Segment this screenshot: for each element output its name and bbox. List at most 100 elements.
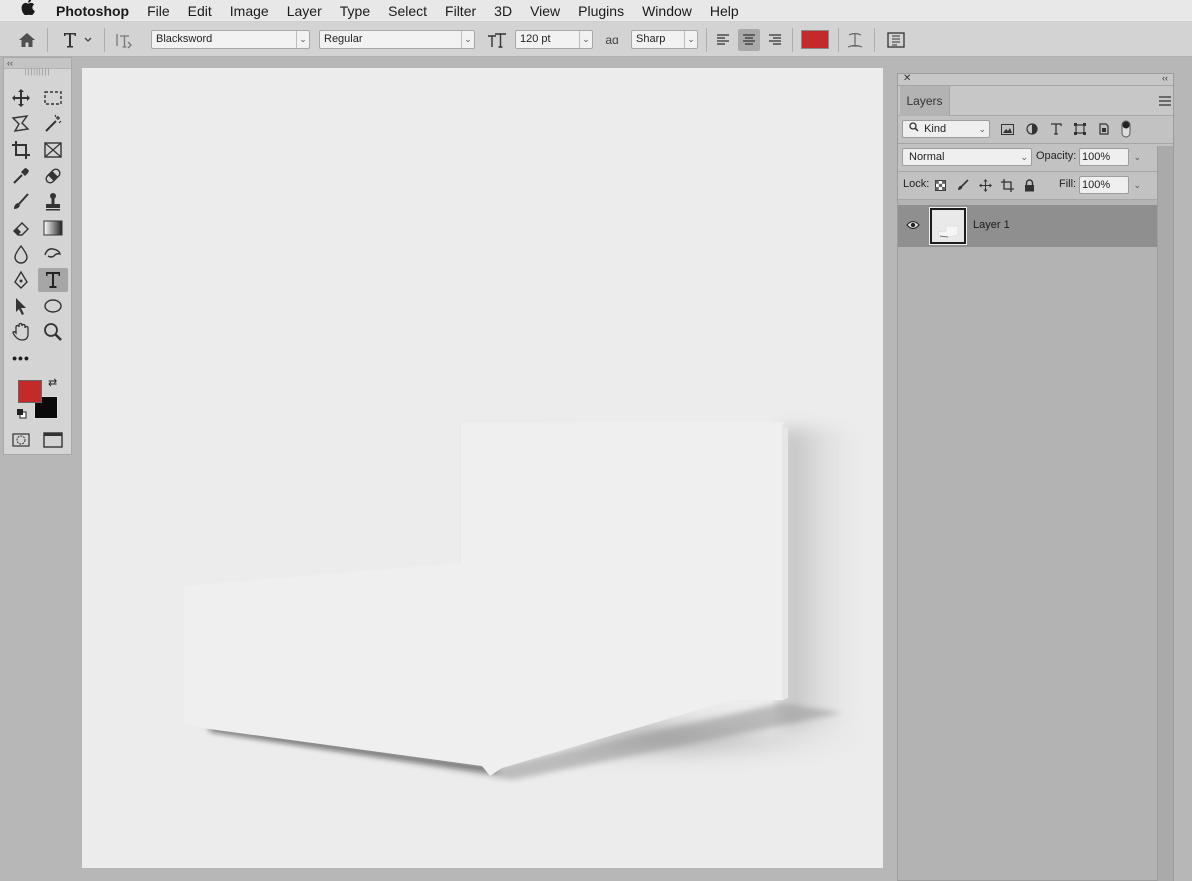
- marquee-tool-icon[interactable]: [38, 86, 68, 110]
- warp-text-icon[interactable]: [845, 30, 865, 50]
- menu-edit[interactable]: Edit: [179, 0, 221, 22]
- visibility-eye-icon[interactable]: [906, 219, 920, 231]
- lock-artboard-icon[interactable]: [999, 177, 1015, 193]
- anti-alias-value: Sharp: [636, 33, 666, 45]
- brush-tool-icon[interactable]: [6, 190, 36, 214]
- toggle-text-orientation-icon[interactable]: [115, 30, 135, 50]
- layer-row[interactable]: Layer 1: [898, 205, 1158, 247]
- layer-thumbnail[interactable]: [929, 207, 967, 245]
- stamp-tool-icon[interactable]: [38, 190, 68, 214]
- foreground-color-swatch[interactable]: [18, 380, 42, 403]
- panel-header: ✕ ‹‹: [898, 73, 1173, 86]
- options-divider: [104, 28, 105, 52]
- filter-toggle-icon[interactable]: [1118, 120, 1134, 138]
- character-panel-icon[interactable]: [886, 30, 906, 50]
- ellipse-tool-icon[interactable]: [38, 294, 68, 318]
- chevron-down-icon: ⌄: [1133, 180, 1141, 190]
- healing-brush-tool-icon[interactable]: [38, 164, 68, 188]
- filter-type-icon[interactable]: [1048, 121, 1064, 137]
- path-selection-tool-icon[interactable]: [6, 294, 36, 318]
- menu-bar: Photoshop File Edit Image Layer Type Sel…: [0, 0, 1192, 22]
- fill-value: 100%: [1082, 179, 1111, 191]
- filter-kind-value: Kind: [924, 123, 947, 135]
- menu-type[interactable]: Type: [331, 0, 379, 22]
- menu-window[interactable]: Window: [633, 0, 701, 22]
- fill-input[interactable]: 100% ⌄: [1079, 176, 1141, 194]
- close-panel-icon[interactable]: ✕: [903, 73, 911, 84]
- eraser-tool-icon[interactable]: [6, 216, 36, 240]
- blur-tool-icon[interactable]: [6, 242, 36, 266]
- menu-view[interactable]: View: [521, 0, 569, 22]
- menu-image[interactable]: Image: [221, 0, 278, 22]
- opacity-input[interactable]: 100% ⌄: [1079, 148, 1141, 166]
- panel-menu-icon[interactable]: [1159, 95, 1171, 106]
- align-center-button[interactable]: [738, 29, 760, 51]
- lock-label: Lock:: [903, 178, 930, 190]
- type-tool-preset-icon[interactable]: [60, 30, 96, 50]
- options-divider: [874, 28, 875, 52]
- layers-scrollbar[interactable]: [1157, 146, 1173, 881]
- zoom-tool-icon[interactable]: [38, 320, 68, 344]
- font-size-input[interactable]: 120 pt ⌄: [515, 30, 593, 49]
- apple-icon[interactable]: [0, 0, 56, 22]
- align-left-button[interactable]: [712, 29, 734, 51]
- font-style-select[interactable]: Regular ⌄: [319, 30, 475, 49]
- gradient-tool-icon[interactable]: [38, 216, 68, 240]
- filter-kind-select[interactable]: Kind ⌄: [902, 120, 990, 138]
- document-canvas[interactable]: [82, 68, 883, 868]
- anti-alias-select[interactable]: Sharp ⌄: [631, 30, 698, 49]
- pen-tool-icon[interactable]: [6, 268, 36, 292]
- frame-tool-icon[interactable]: [38, 138, 68, 162]
- collapse-toolbar-icon[interactable]: ‹‹: [4, 58, 71, 69]
- swap-colors-icon[interactable]: ⇄: [48, 376, 57, 389]
- menu-filter[interactable]: Filter: [436, 0, 485, 22]
- menu-3d[interactable]: 3D: [485, 0, 521, 22]
- lock-transparency-icon[interactable]: [932, 177, 948, 193]
- type-tool-icon[interactable]: [38, 268, 68, 292]
- screen-mode-icon[interactable]: [38, 428, 68, 452]
- lasso-tool-icon[interactable]: [6, 112, 36, 136]
- align-right-button[interactable]: [764, 29, 786, 51]
- menu-app-name[interactable]: Photoshop: [56, 0, 138, 22]
- chevron-down-icon: ⌄: [684, 31, 697, 48]
- toolbar-grip[interactable]: |||||||||: [4, 69, 71, 77]
- layers-panel: ✕ ‹‹ Layers Kind ⌄ Normal ⌄ Opacity: 100…: [897, 73, 1174, 881]
- menu-select[interactable]: Select: [379, 0, 436, 22]
- home-icon[interactable]: [17, 30, 37, 50]
- layer-name[interactable]: Layer 1: [973, 219, 1010, 231]
- menu-file[interactable]: File: [138, 0, 179, 22]
- options-divider: [838, 28, 839, 52]
- filter-smart-object-icon[interactable]: [1096, 121, 1112, 137]
- search-icon: [909, 122, 922, 135]
- filter-shape-icon[interactable]: [1072, 121, 1088, 137]
- font-family-select[interactable]: Blacksword ⌄: [151, 30, 310, 49]
- move-tool-icon[interactable]: [6, 86, 36, 110]
- menu-help[interactable]: Help: [701, 0, 748, 22]
- filter-adjustment-icon[interactable]: [1024, 121, 1040, 137]
- menu-plugins[interactable]: Plugins: [569, 0, 633, 22]
- font-family-value: Blacksword: [156, 33, 213, 45]
- menu-layer[interactable]: Layer: [278, 0, 331, 22]
- crop-tool-icon[interactable]: [6, 138, 36, 162]
- chevron-down-icon: ⌄: [579, 31, 592, 48]
- eyedropper-tool-icon[interactable]: [6, 164, 36, 188]
- tab-layers[interactable]: Layers: [900, 86, 950, 116]
- default-colors-icon[interactable]: [17, 408, 27, 419]
- lock-pixels-icon[interactable]: [955, 177, 971, 193]
- collapse-panel-icon[interactable]: ‹‹: [1162, 73, 1168, 83]
- lock-all-icon[interactable]: [1021, 177, 1037, 193]
- magic-wand-tool-icon[interactable]: [38, 112, 68, 136]
- fill-label: Fill:: [1059, 178, 1077, 190]
- font-size-icon: [487, 30, 507, 50]
- more-tools-icon[interactable]: •••: [6, 346, 36, 370]
- lock-position-icon[interactable]: [977, 177, 993, 193]
- chevron-down-icon: ⌄: [461, 31, 474, 48]
- quick-mask-icon[interactable]: [6, 428, 36, 452]
- hand-tool-icon[interactable]: [6, 320, 36, 344]
- text-color-swatch[interactable]: [801, 30, 829, 49]
- anti-alias-glyph: aɑ: [605, 33, 619, 47]
- font-size-value: 120 pt: [520, 33, 551, 45]
- blend-mode-select[interactable]: Normal ⌄: [902, 148, 1032, 166]
- filter-pixel-icon[interactable]: [999, 121, 1015, 137]
- smudge-tool-icon[interactable]: [38, 242, 68, 266]
